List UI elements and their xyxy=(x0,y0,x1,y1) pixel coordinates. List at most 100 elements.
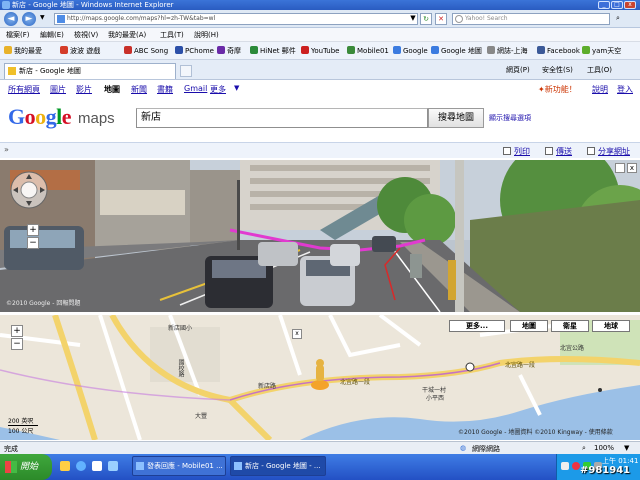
menu-edit[interactable]: 編輯(E) xyxy=(40,30,64,40)
menu-tools[interactable]: 工具(T) xyxy=(160,30,184,40)
pan-control[interactable] xyxy=(9,170,49,210)
map-copyright[interactable]: ©2010 Google - 地圖資料 ©2010 Kingway - 使用條款 xyxy=(458,427,613,436)
map-label: 新店路 xyxy=(258,383,277,390)
map-type-map-button[interactable]: 地圖 xyxy=(510,320,548,332)
fullscreen-icon[interactable] xyxy=(615,163,625,173)
map-label: 北宜公路 xyxy=(560,345,585,352)
quicklaunch-icon[interactable] xyxy=(60,461,70,471)
map-more-button[interactable]: 更多... xyxy=(449,320,505,332)
globe-icon: ◍ xyxy=(460,444,467,452)
close-streetview-icon[interactable]: x xyxy=(627,163,637,173)
facebook-icon xyxy=(537,46,545,54)
ie-icon xyxy=(136,462,144,470)
send-link[interactable]: 傳送 xyxy=(556,146,572,157)
nav-video[interactable]: 影片 xyxy=(76,84,92,95)
fav-item[interactable]: 網誌-上海 xyxy=(487,46,528,56)
login-link[interactable]: 登入 xyxy=(617,84,633,95)
email-quicklaunch-icon[interactable] xyxy=(92,461,102,471)
tray-icon[interactable] xyxy=(561,462,569,470)
safety-menu[interactable]: 安全性(S) xyxy=(542,65,573,75)
maps-logo-text: maps xyxy=(78,110,115,127)
scale-feet: 200 英呎 xyxy=(8,416,38,426)
tools-menu[interactable]: 工具(O) xyxy=(587,65,612,75)
ie-quicklaunch-icon[interactable] xyxy=(76,461,86,471)
url-text: http://maps.google.com/maps?hl=zh-TW&tab… xyxy=(67,15,216,22)
menu-view[interactable]: 檢視(V) xyxy=(74,30,98,40)
chevron-down-icon[interactable]: ▼ xyxy=(234,84,239,92)
fav-item[interactable]: Facebook xyxy=(537,46,580,55)
maps-search-input[interactable]: 新店 xyxy=(136,108,428,128)
fav-item[interactable]: ABC Song xyxy=(124,46,168,55)
nav-books[interactable]: 書籍 xyxy=(157,84,173,95)
collapse-panel-icon[interactable]: » xyxy=(4,145,9,154)
map-label: 北宜路一段 xyxy=(340,379,371,386)
nav-images[interactable]: 圖片 xyxy=(50,84,66,95)
url-input[interactable]: http://maps.google.com/maps?hl=zh-TW&tab… xyxy=(54,13,418,25)
stop-icon[interactable]: ✕ xyxy=(435,13,447,25)
street-zoom-out-button[interactable]: − xyxy=(27,237,39,249)
map-type-earth-button[interactable]: 地球 xyxy=(592,320,630,332)
minimize-button[interactable]: _ xyxy=(598,1,610,9)
fav-item[interactable]: YouTube xyxy=(301,46,339,55)
google-logo[interactable]: Google xyxy=(8,104,72,130)
forward-button[interactable]: ► xyxy=(22,12,36,26)
nav-maps-active: 地圖 xyxy=(104,85,120,94)
tab-google-maps[interactable]: 新店 - Google 地圖 xyxy=(4,63,176,79)
search-input[interactable]: Yahoo! Search xyxy=(452,13,610,25)
fav-item[interactable]: Mobile01 xyxy=(347,46,389,55)
nav-more[interactable]: 更多 xyxy=(210,84,226,95)
back-button[interactable]: ◄ xyxy=(4,12,18,26)
taskbar-item-google-maps[interactable]: 新店 - Google 地圖 - ... xyxy=(230,456,326,476)
fav-item[interactable]: Google xyxy=(393,46,428,55)
google-maps-favicon xyxy=(8,67,16,75)
nav-news[interactable]: 新聞 xyxy=(131,84,147,95)
url-dropdown-icon[interactable]: ▼ xyxy=(407,13,419,25)
nav-gmail[interactable]: Gmail xyxy=(184,84,207,93)
street-view-copyright[interactable]: ©2010 Google - 回報問題 xyxy=(6,298,80,307)
new-feature-link[interactable]: ✦新功能！ xyxy=(538,84,577,95)
zoom-level[interactable]: 100% xyxy=(594,444,614,452)
zoom-dropdown-icon[interactable]: ▼ xyxy=(624,444,629,452)
menu-file[interactable]: 檔案(F) xyxy=(6,30,30,40)
map-zoom-out-button[interactable]: − xyxy=(11,338,23,350)
street-zoom-in-button[interactable]: + xyxy=(27,224,39,236)
search-maps-button[interactable]: 搜尋地圖 xyxy=(428,108,484,128)
fav-icon xyxy=(175,46,183,54)
fav-item[interactable]: HiNet 郵件 xyxy=(250,46,296,56)
fav-item[interactable]: 奇摩 xyxy=(217,46,241,56)
print-icon xyxy=(503,147,511,155)
map-canvas[interactable]: 新店國小 國校路 新店路 北宜路一段 北宜路一段 干城一村 小平西 大豐 北宜公… xyxy=(0,315,640,440)
fav-item[interactable]: PChome xyxy=(175,46,214,55)
zoom-icon[interactable]: ⌕ xyxy=(582,444,586,453)
menu-favorites[interactable]: 我的最愛(A) xyxy=(108,30,146,40)
google-favicon xyxy=(57,15,65,23)
help-link[interactable]: 說明 xyxy=(592,84,608,95)
menu-help[interactable]: 說明(H) xyxy=(194,30,219,40)
street-view-panorama[interactable]: + − x xyxy=(0,160,640,312)
taskbar-item-mobile01[interactable]: 發表回應 - Mobile01 ... xyxy=(132,456,226,476)
map-close-icon[interactable]: x xyxy=(292,329,302,339)
refresh-icon[interactable]: ↻ xyxy=(420,13,432,25)
favorites-button[interactable]: 我的最愛 xyxy=(4,46,42,56)
tray-icon[interactable] xyxy=(572,462,580,470)
history-dropdown-icon[interactable]: ▼ xyxy=(40,14,45,21)
title-bar: 新店 - Google 地圖 - Windows Internet Explor… xyxy=(0,0,640,10)
fav-item[interactable]: Google 地圖 xyxy=(431,46,482,56)
page-menu[interactable]: 網頁(P) xyxy=(506,65,530,75)
map-label: 北宜路一段 xyxy=(505,362,536,369)
search-options-link[interactable]: 顯示搜尋選項 xyxy=(489,113,531,123)
map-zoom-in-button[interactable]: + xyxy=(11,325,23,337)
fav-item[interactable]: yam天空 xyxy=(582,46,621,56)
search-go-icon[interactable]: ⌕ xyxy=(612,13,624,25)
print-link[interactable]: 列印 xyxy=(514,146,530,157)
nav-web[interactable]: 所有網頁 xyxy=(8,84,40,95)
new-tab-button[interactable] xyxy=(180,65,192,77)
fav-item[interactable]: 波波 遊戲 xyxy=(60,46,100,56)
close-button[interactable]: x xyxy=(624,1,636,9)
start-button[interactable]: 開始 xyxy=(0,454,52,480)
maximize-button[interactable]: □ xyxy=(611,1,623,9)
desktop-quicklaunch-icon[interactable] xyxy=(108,461,118,471)
map-label: 國校路 xyxy=(177,359,184,377)
map-type-satellite-button[interactable]: 衛星 xyxy=(551,320,589,332)
share-link[interactable]: 分享網址 xyxy=(598,146,630,157)
